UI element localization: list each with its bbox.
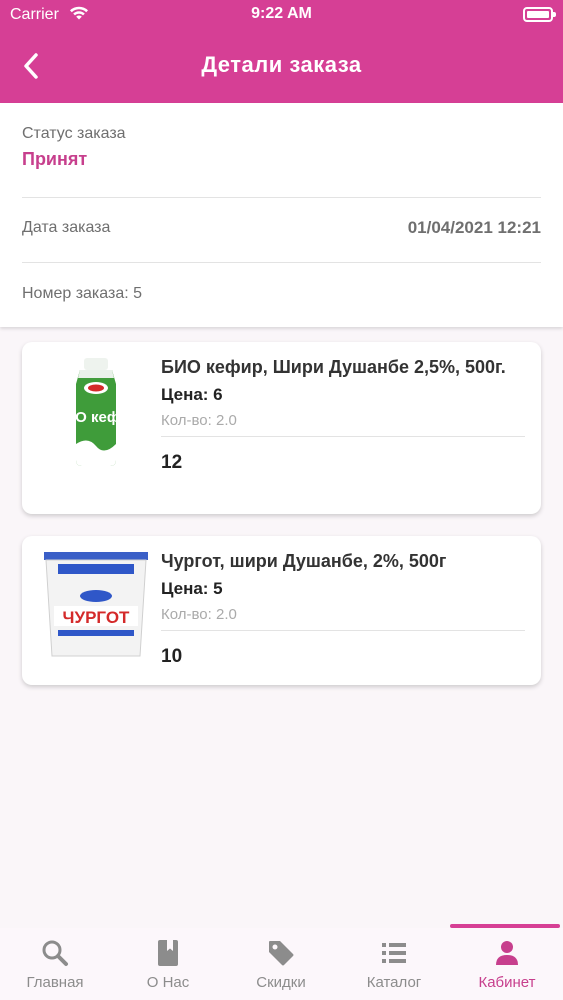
product-name: БИО кефир, Шири Душанбе 2,5%, 500г. (161, 357, 506, 377)
page-title: Детали заказа (201, 52, 362, 77)
product-image: БИО кефир (54, 358, 139, 466)
image-logo-text: БИО кефир (54, 409, 139, 426)
tag-icon (269, 941, 294, 966)
tab-label: Главная (26, 974, 84, 991)
tab-discounts[interactable]: Скидки (226, 938, 336, 991)
search-icon (42, 940, 68, 966)
product-image: ЧУРГОТ (44, 552, 148, 657)
order-status-row: Статус заказа Принят (22, 125, 541, 170)
tab-bar: Главная О Нас Скидки Каталог Кабинет (0, 924, 563, 1000)
tab-catalog[interactable]: Каталог (339, 938, 449, 991)
product-total: 12 (161, 452, 183, 473)
clock: 9:22 AM (251, 5, 312, 22)
tab-cabinet[interactable]: Кабинет (452, 938, 562, 991)
book-icon (158, 940, 178, 966)
image-logo-text: ЧУРГОТ (63, 608, 130, 627)
divider (22, 197, 541, 198)
tab-label: О Нас (146, 974, 190, 991)
divider (161, 630, 525, 631)
tab-about[interactable]: О Нас (113, 938, 223, 991)
active-tab-indicator (450, 924, 560, 928)
battery-icon (523, 7, 556, 22)
product-name: Чургот, шири Душанбе, 2%, 500г (161, 551, 447, 571)
product-quantity: Кол-во: 2.0 (161, 412, 237, 429)
product-total: 10 (161, 646, 183, 667)
divider (22, 262, 541, 263)
order-status-label: Статус заказа (22, 125, 126, 142)
tab-home[interactable]: Главная (0, 938, 110, 991)
tab-label: Скидки (256, 974, 306, 991)
product-details: Чургот, шири Душанбе, 2%, 500г Цена: 5 К… (161, 550, 525, 668)
order-date-value: 01/04/2021 12:21 (407, 218, 541, 237)
order-date-row: Дата заказа 01/04/2021 12:21 (22, 218, 541, 238)
user-icon (496, 941, 518, 965)
order-info-panel: Статус заказа Принят Дата заказа 01/04/2… (0, 103, 563, 327)
order-status-value: Принят (22, 149, 88, 169)
product-price: Цена: 6 (161, 385, 223, 404)
product-details: БИО кефир, Шири Душанбе 2,5%, 500г. Цена… (161, 356, 525, 474)
product-quantity: Кол-во: 2.0 (161, 606, 237, 623)
order-date-label: Дата заказа (22, 219, 111, 236)
product-price: Цена: 5 (161, 579, 223, 598)
list-icon (382, 943, 406, 963)
tab-label: Каталог (366, 974, 422, 991)
order-item-card[interactable]: БИО кефир БИО кефир, Шири Душанбе 2,5%, … (22, 342, 541, 514)
status-bar: Carrier 9:22 AM (0, 0, 563, 30)
order-number: Номер заказа: 5 (22, 285, 143, 302)
tab-label: Кабинет (478, 974, 536, 991)
divider (161, 436, 525, 437)
app-header: Carrier 9:22 AM Детали заказа (0, 0, 563, 103)
order-item-card[interactable]: ЧУРГОТ Чургот, шири Душанбе, 2%, 500г Це… (22, 536, 541, 685)
